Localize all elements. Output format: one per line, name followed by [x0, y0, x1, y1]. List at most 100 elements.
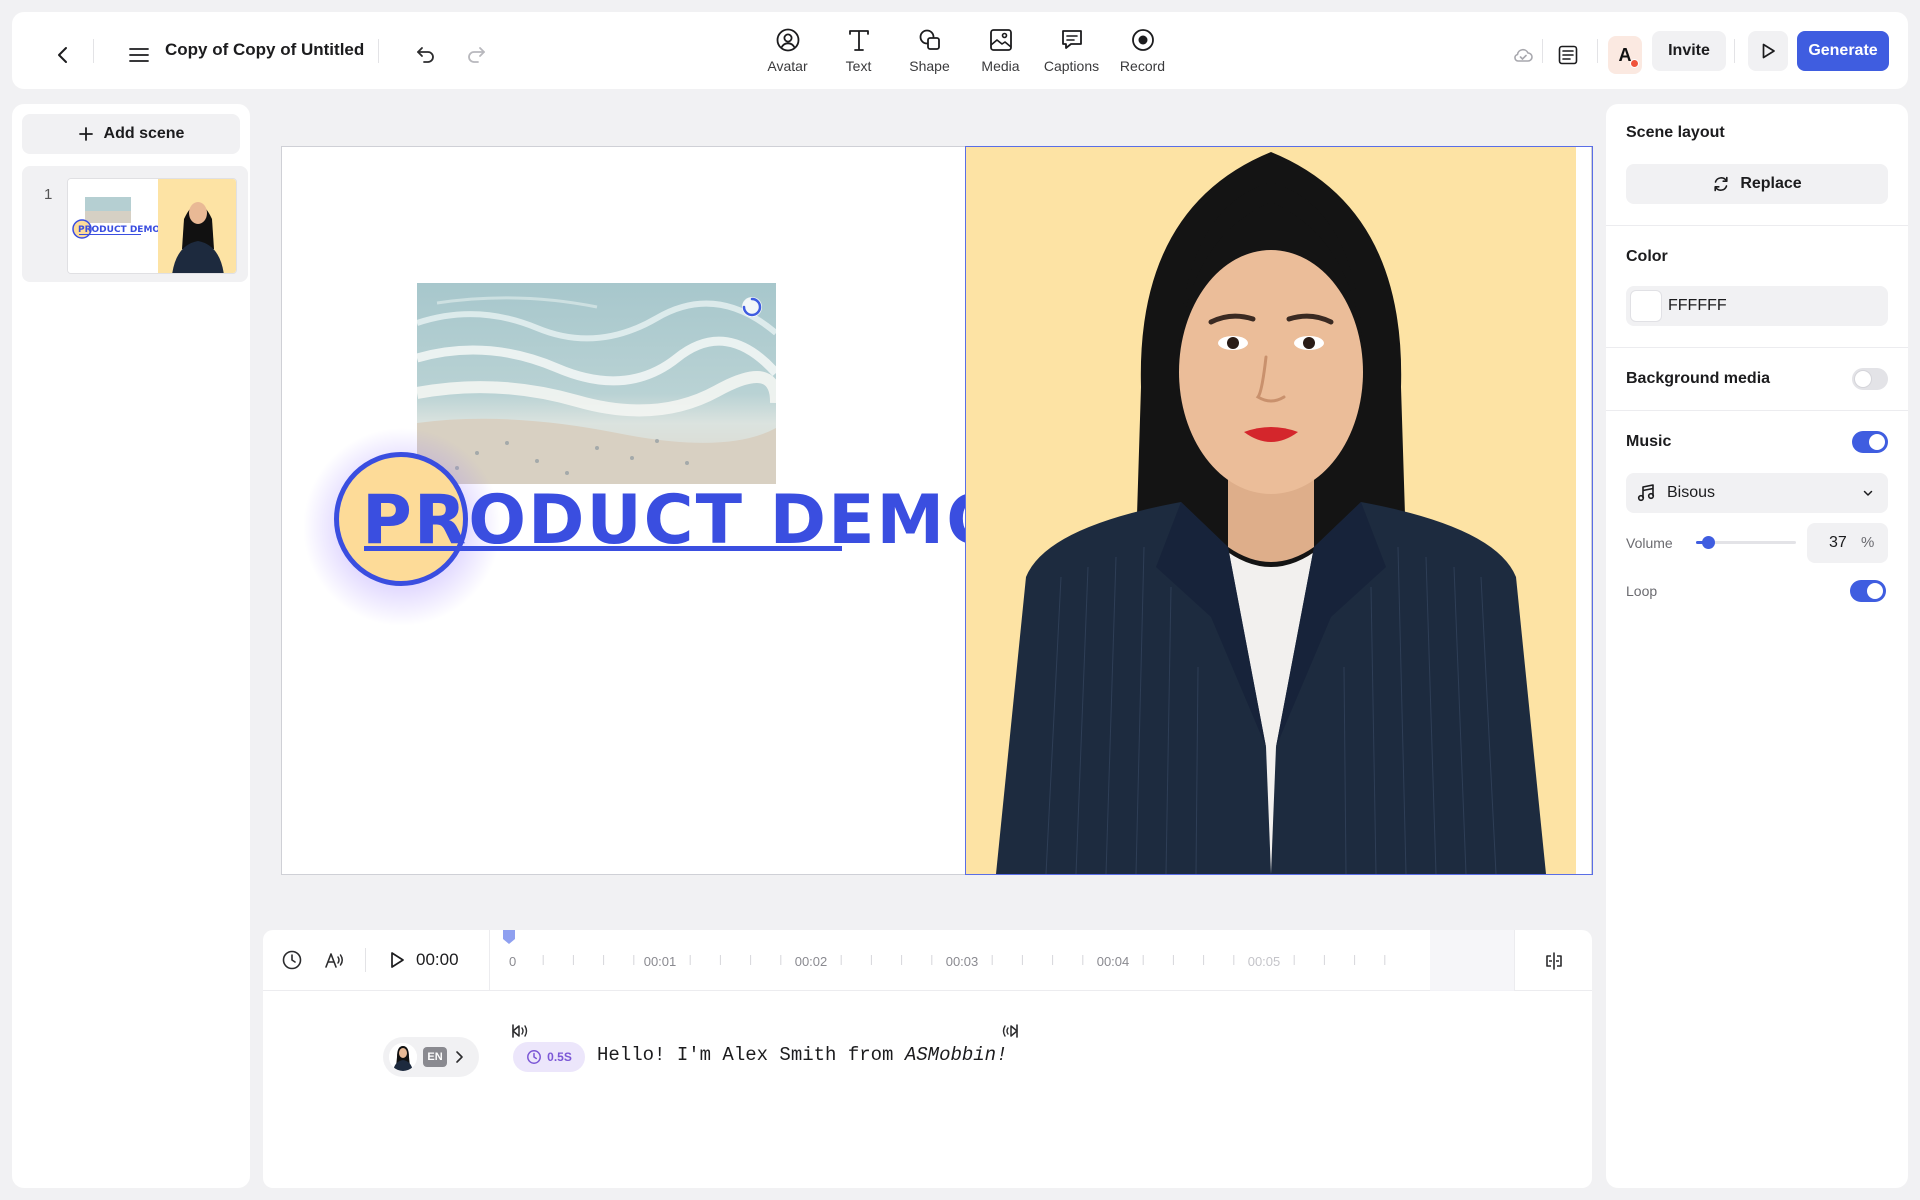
undo-icon	[417, 47, 434, 63]
playhead-handle[interactable]	[503, 930, 515, 944]
ruler-tick-label: 0	[509, 954, 516, 969]
loop-toggle[interactable]	[1850, 580, 1886, 602]
cloud-check-icon	[1514, 48, 1533, 62]
tool-media[interactable]: Media	[965, 22, 1036, 80]
text-icon	[845, 26, 873, 54]
redo-icon	[468, 47, 485, 63]
music-track-select[interactable]: Bisous	[1626, 473, 1888, 513]
project-title[interactable]: Copy of Copy of Untitled	[165, 40, 364, 60]
duration-button[interactable]	[281, 949, 303, 971]
ruler-tick-label: 00:03	[946, 954, 979, 969]
svg-text:PRODUCT DEMO: PRODUCT DEMO	[78, 225, 160, 235]
avatar-presenter[interactable]	[966, 147, 1576, 874]
script-view-button[interactable]	[1549, 36, 1587, 74]
divider	[1597, 39, 1598, 63]
script-text[interactable]: Hello! I'm Alex Smith from ASMobbin!	[597, 1044, 1007, 1066]
chevron-right-icon	[453, 1050, 465, 1064]
music-toggle[interactable]	[1852, 431, 1888, 453]
scenes-panel: Add scene 1 PRODUCT DEMO	[12, 104, 250, 1188]
script-plain-text: Hello! I'm Alex Smith from	[597, 1044, 905, 1066]
avatar-voice-chip[interactable]: EN	[383, 1037, 479, 1077]
tool-label: Avatar	[767, 58, 808, 74]
scene-item[interactable]: 1 PRODUCT DEMO	[22, 166, 248, 282]
play-icon	[391, 952, 404, 968]
background-media-title: Background media	[1626, 370, 1771, 387]
menu-button[interactable]	[118, 34, 160, 76]
color-title: Color	[1626, 248, 1668, 265]
ruler-tick-label: 00:01	[644, 954, 677, 969]
language-badge: EN	[423, 1047, 447, 1067]
undo-button[interactable]	[407, 36, 445, 74]
divider	[1734, 39, 1735, 63]
scene-thumbnail[interactable]: PRODUCT DEMO	[67, 178, 237, 274]
ruler-tick-label: 00:02	[795, 954, 828, 969]
toggle-knob	[1869, 434, 1885, 450]
plus-icon	[78, 127, 93, 141]
title-underline	[364, 546, 842, 551]
play-icon	[1762, 43, 1775, 59]
tool-avatar[interactable]: Avatar	[752, 22, 823, 80]
ruler-end-shade	[1430, 930, 1514, 991]
tool-label: Media	[981, 58, 1020, 74]
volume-value: 37	[1829, 534, 1847, 551]
divider	[1606, 410, 1908, 411]
tool-shape[interactable]: Shape	[894, 22, 965, 80]
clock-icon	[527, 1050, 542, 1064]
properties-panel: Scene layout Replace Color FFFFFF Backgr…	[1606, 104, 1908, 1188]
refresh-icon	[1714, 176, 1728, 192]
add-scene-button[interactable]: Add scene	[22, 114, 240, 154]
redo-button[interactable]	[457, 36, 495, 74]
record-icon	[1129, 26, 1157, 54]
timeline-ruler: 00:00 0 00:01 00:02 00:03 00:04 00:05	[263, 930, 1592, 991]
split-view-button[interactable]	[1514, 930, 1592, 991]
music-note-icon	[1636, 483, 1656, 503]
tool-captions[interactable]: Captions	[1036, 22, 1107, 80]
preview-button[interactable]	[1748, 31, 1788, 71]
tool-label: Text	[845, 58, 872, 74]
volume-slider-handle[interactable]	[1702, 536, 1715, 549]
generate-button[interactable]: Generate	[1797, 31, 1889, 71]
invite-button[interactable]: Invite	[1652, 31, 1726, 71]
split-icon	[1545, 951, 1562, 970]
script-start-marker-icon[interactable]	[510, 1022, 530, 1040]
script-italic-text: ASMobbin!	[904, 1044, 1008, 1066]
volume-slider[interactable]	[1696, 536, 1796, 549]
background-color-field[interactable]: FFFFFF	[1626, 286, 1888, 326]
volume-label: Volume	[1626, 535, 1673, 551]
divider	[1606, 225, 1908, 226]
scene-canvas[interactable]: PRODUCT DEMO	[281, 146, 1593, 875]
hamburger-menu-icon	[129, 48, 149, 62]
current-time: 00:00	[416, 950, 459, 969]
loading-spinner-icon	[739, 294, 765, 320]
loop-label: Loop	[1626, 583, 1658, 599]
sync-status	[1504, 36, 1542, 74]
notification-dot	[1630, 59, 1639, 68]
insert-toolbar: Avatar Text Shape Media Captions Record	[752, 22, 1178, 80]
user-avatar[interactable]: A	[1608, 36, 1642, 74]
scene-number: 1	[44, 186, 53, 203]
timeline-play-button[interactable]	[387, 949, 407, 971]
voice-settings-button[interactable]	[323, 949, 345, 971]
tool-text[interactable]: Text	[823, 22, 894, 80]
toggle-knob	[1867, 583, 1883, 599]
replace-label: Replace	[1740, 175, 1802, 192]
color-hex-value[interactable]: FFFFFF	[1668, 297, 1727, 315]
tool-record[interactable]: Record	[1107, 22, 1178, 80]
background-media-toggle[interactable]	[1852, 368, 1888, 390]
replace-layout-button[interactable]: Replace	[1626, 164, 1888, 204]
top-toolbar: Copy of Copy of Untitled Avatar Text Sha…	[12, 12, 1908, 89]
volume-input[interactable]: 37 %	[1807, 523, 1888, 563]
pause-chip[interactable]: 0.5S	[513, 1042, 585, 1072]
back-button[interactable]	[42, 34, 84, 76]
avatar-thumbnail	[389, 1043, 417, 1071]
pause-duration: 0.5S	[547, 1050, 572, 1064]
time-ruler[interactable]: 0 00:01 00:02 00:03 00:04 00:05	[489, 930, 1514, 991]
toggle-knob	[1855, 371, 1871, 387]
script-end-marker-icon[interactable]	[1000, 1022, 1020, 1040]
captions-icon	[1058, 26, 1086, 54]
add-scene-label: Add scene	[103, 125, 185, 142]
voice-icon	[325, 953, 343, 968]
timeline-panel: 00:00 0 00:01 00:02 00:03 00:04 00:05 EN 0.5S…	[263, 930, 1592, 1188]
scene-layout-title: Scene layout	[1626, 124, 1725, 141]
color-swatch[interactable]	[1630, 290, 1662, 322]
